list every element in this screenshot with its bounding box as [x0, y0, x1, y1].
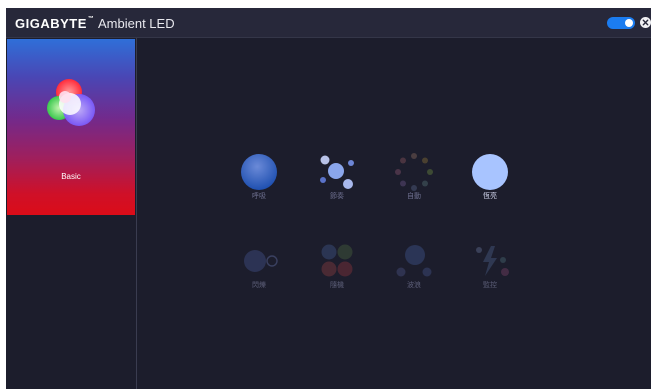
- effect-auto-cycle-label: 自動: [407, 192, 421, 200]
- mode-sidebar: Basic: [6, 38, 137, 389]
- effect-random[interactable]: 隨機: [302, 230, 372, 300]
- monitor-icon: [476, 246, 509, 276]
- wave-icon: [396, 245, 432, 277]
- effect-flash[interactable]: 閃爍: [224, 230, 294, 300]
- rgb-mix-icon: [47, 79, 95, 126]
- close-button[interactable]: [640, 17, 651, 28]
- effect-wave[interactable]: 波浪: [379, 230, 449, 300]
- effect-breathing[interactable]: 呼吸: [224, 141, 294, 211]
- mode-basic-label: Basic: [61, 172, 81, 181]
- static-icon: [472, 154, 508, 190]
- close-icon: [642, 19, 649, 26]
- effect-flash-label: 閃爍: [252, 281, 266, 289]
- effect-auto-cycle[interactable]: 自動: [379, 141, 449, 211]
- effect-wave-label: 波浪: [407, 281, 421, 289]
- effect-beat[interactable]: 節奏: [302, 141, 372, 211]
- effect-monitor[interactable]: 監控: [455, 230, 525, 300]
- breathing-icon: [241, 154, 277, 190]
- app-window: GIGABYTE™ Ambient LED Basic 呼吸 節奏 自動 恆亮 …: [6, 8, 651, 389]
- beat-icon: [320, 155, 354, 189]
- effect-breathing-label: 呼吸: [252, 192, 266, 200]
- title-bar: GIGABYTE™ Ambient LED: [6, 8, 651, 38]
- mode-basic-tile[interactable]: Basic: [7, 39, 135, 215]
- effect-monitor-label: 監控: [483, 281, 497, 289]
- toggle-knob: [625, 19, 633, 27]
- effect-static[interactable]: 恆亮: [455, 141, 525, 211]
- random-icon: [321, 244, 353, 277]
- effect-random-label: 隨機: [330, 281, 344, 289]
- flash-icon: [244, 250, 278, 272]
- auto-cycle-icon: [395, 153, 433, 191]
- effect-beat-label: 節奏: [330, 192, 344, 200]
- led-power-toggle[interactable]: [607, 17, 635, 29]
- app-title: Ambient LED: [98, 16, 175, 31]
- effect-static-label: 恆亮: [483, 192, 497, 200]
- brand-logo: GIGABYTE™: [15, 16, 95, 31]
